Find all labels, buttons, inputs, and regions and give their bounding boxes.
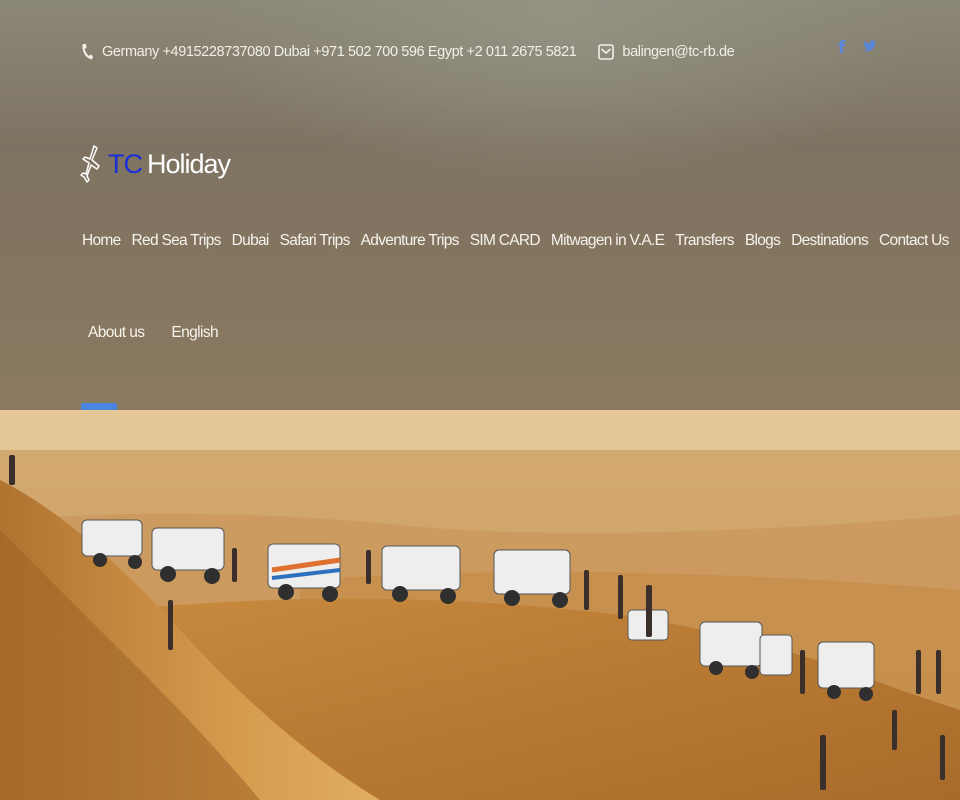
nav-contact-us[interactable]: Contact Us: [879, 232, 949, 250]
facebook-icon[interactable]: f: [838, 38, 845, 58]
desert-safari-photo: [0, 410, 960, 800]
nav-about-us[interactable]: About us: [88, 324, 145, 342]
nav-safari-trips[interactable]: Safari Trips: [280, 232, 351, 250]
hero-image: [0, 410, 960, 800]
nav-sim-card[interactable]: SIM CARD: [470, 232, 541, 250]
phone-icon: [82, 44, 93, 60]
contact-phones: Germany +4915228737080 Dubai +971 502 70…: [102, 44, 577, 60]
site-header: Germany +4915228737080 Dubai +971 502 70…: [0, 0, 960, 410]
nav-blogs[interactable]: Blogs: [745, 232, 781, 250]
nav-home[interactable]: Home: [82, 232, 121, 250]
site-logo[interactable]: TC Holiday: [80, 144, 231, 184]
nav-destinations[interactable]: Destinations: [791, 232, 869, 250]
nav-mitwagen[interactable]: Mitwagen in V.A.E: [551, 232, 665, 250]
nav-dubai[interactable]: Dubai: [232, 232, 270, 250]
active-nav-indicator: [81, 403, 117, 410]
contact-bar: Germany +4915228737080 Dubai +971 502 70…: [80, 40, 735, 64]
main-nav: Home Red Sea Trips Dubai Safari Trips Ad…: [82, 232, 960, 250]
secondary-nav: About us English: [88, 324, 245, 342]
nav-transfers[interactable]: Transfers: [675, 232, 734, 250]
language-selector[interactable]: English: [171, 324, 218, 342]
email-link[interactable]: balingen@tc-rb.de: [622, 44, 734, 60]
twitter-icon[interactable]: [863, 38, 877, 58]
brand-name: Holiday: [147, 148, 231, 179]
nav-red-sea-trips[interactable]: Red Sea Trips: [132, 232, 222, 250]
nav-adventure-trips[interactable]: Adventure Trips: [361, 232, 460, 250]
mail-icon: [598, 44, 615, 60]
airplane-icon: [80, 145, 100, 183]
brand-prefix: TC: [108, 148, 143, 179]
social-links: f: [838, 38, 877, 58]
